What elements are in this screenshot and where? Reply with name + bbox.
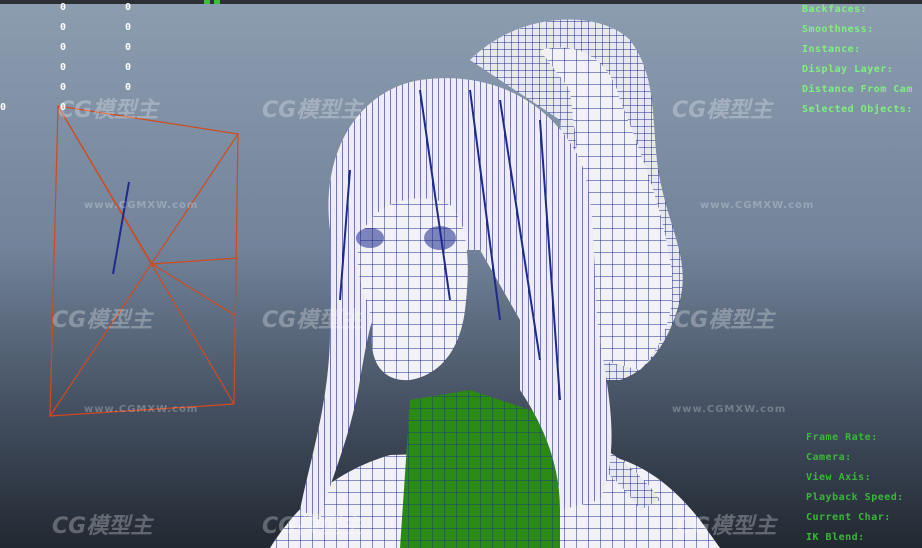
hud-object-details: Backfaces: Smoothness: Instance: Display…	[802, 4, 913, 124]
watermark-url: www.CGMXW.com	[84, 404, 199, 415]
watermark-logo: CG模型主	[52, 514, 153, 539]
eye-left	[356, 228, 384, 248]
watermark-logo: CG模型主	[672, 98, 773, 123]
hud-value: 0	[125, 82, 132, 93]
hud-value: 0	[60, 42, 67, 53]
face-mesh	[357, 198, 468, 381]
watermark-logo: CG模型主	[52, 308, 153, 333]
hud-label: Frame Rate:	[806, 432, 878, 443]
hud-poly-count: 0 0 0 0 0 0 0 0 0 0 0 0	[0, 2, 140, 122]
hud-label: Instance:	[802, 44, 861, 55]
hud-value: 0	[60, 22, 67, 33]
hud-row: 0 0	[0, 42, 140, 62]
hud-row: 0 0	[0, 82, 140, 102]
watermark-logo: CG模型主	[262, 308, 363, 333]
watermark-url: www.CGMXW.com	[672, 404, 787, 415]
hud-value: 0	[60, 2, 67, 13]
hud-label: View Axis:	[806, 472, 872, 483]
hud-label: Smoothness:	[802, 24, 874, 35]
watermark-logo: CG模型主	[262, 514, 363, 539]
hud-label: Playback Speed:	[806, 492, 904, 503]
hud-scene-details: Frame Rate: Camera: View Axis: Playback …	[806, 432, 904, 548]
hud-label: Backfaces:	[802, 4, 868, 15]
hud-row: 0 0	[0, 2, 140, 22]
hud-value: 0	[125, 62, 132, 73]
watermark-logo: CG模型主	[262, 98, 363, 123]
watermark-logo: CG模型主	[674, 308, 775, 333]
hud-label: Distance From Cam	[802, 84, 913, 95]
watermark-logo: CG模型主	[676, 514, 777, 539]
hud-label: IK Blend:	[806, 532, 865, 543]
watermark-url: www.CGMXW.com	[84, 200, 199, 211]
watermark-url: www.CGMXW.com	[700, 200, 815, 211]
camera-up-vector	[112, 181, 130, 275]
hud-value: 0	[60, 82, 67, 93]
hud-label: Display Layer:	[802, 64, 894, 75]
hud-value: 0	[60, 102, 67, 113]
hud-value: 0	[125, 2, 132, 13]
hud-value: 0	[125, 22, 132, 33]
3d-viewport[interactable]: CG模型主 CG模型主 CG模型主 www.CGMXW.com www.CGMX…	[0, 0, 922, 548]
hud-value: 0	[125, 42, 132, 53]
hud-row: 0 0	[0, 22, 140, 42]
hud-label: Current Char:	[806, 512, 891, 523]
hud-label: Camera:	[806, 452, 852, 463]
hud-value: 0	[60, 62, 67, 73]
hud-row: 0 0	[0, 62, 140, 82]
camera-frustum	[49, 105, 239, 417]
hud-value: 0	[0, 102, 7, 113]
hud-label: Selected Objects:	[802, 104, 913, 115]
hud-row: 0 0	[0, 102, 140, 122]
